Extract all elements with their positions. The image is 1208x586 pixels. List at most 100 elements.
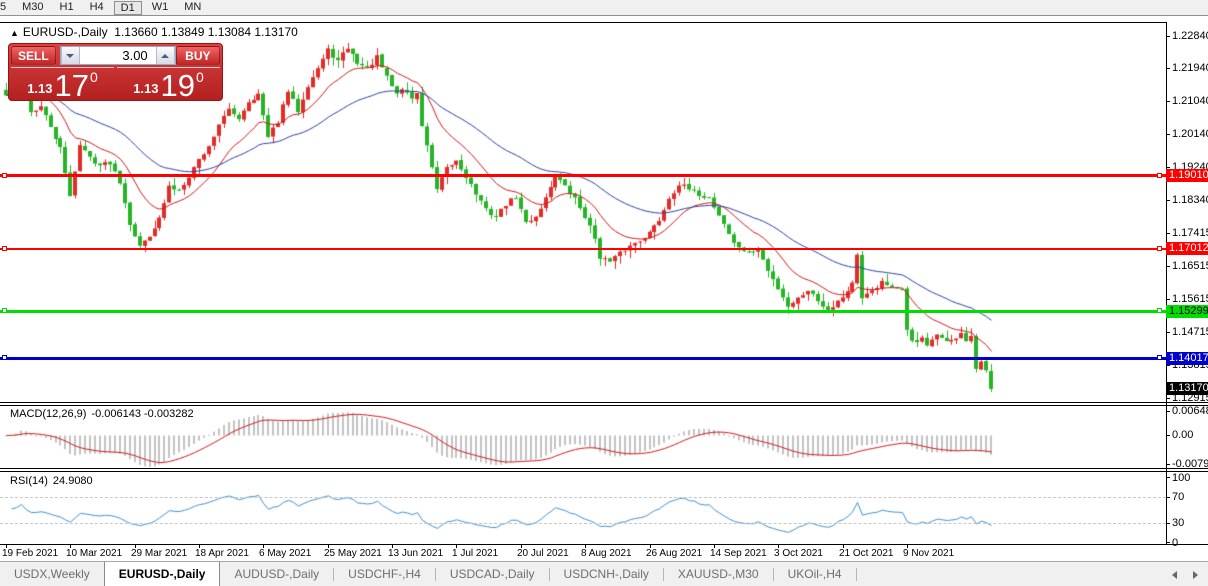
horizontal-line-1.17012[interactable] — [0, 248, 1166, 250]
timeframe-button-m30[interactable]: M30 — [14, 0, 51, 15]
price-axis-label: 1.15615 — [1172, 293, 1208, 305]
tab-usdchf-h4[interactable]: USDCHF-,H4 — [334, 562, 435, 586]
price-axis-tick — [1166, 167, 1170, 168]
hline-handle[interactable] — [1157, 246, 1162, 251]
hline-handle[interactable] — [2, 355, 7, 360]
price-axis-tick — [1166, 134, 1170, 135]
tab-usdcnh-daily[interactable]: USDCNH-,Daily — [550, 562, 663, 586]
price-axis-label: 1.21040 — [1172, 95, 1208, 107]
price-axis-label: 1.14715 — [1172, 326, 1208, 338]
rsi-axis-label: 30 — [1172, 517, 1184, 529]
x-axis-date-label: 1 Jul 2021 — [452, 548, 498, 559]
chart-macd-splitter[interactable] — [0, 402, 1208, 403]
price-axis-label: 1.16515 — [1172, 260, 1208, 272]
macd-axis-tick — [1166, 411, 1170, 412]
macd-axis-label: 0.00 — [1172, 429, 1193, 441]
x-axis-date-label: 14 Sep 2021 — [710, 548, 767, 559]
price-axis-tick — [1166, 36, 1170, 37]
sell-price-pips: 17 — [55, 71, 89, 100]
price-axis-label: 1.21940 — [1172, 62, 1208, 74]
buy-price-pips: 19 — [161, 71, 195, 100]
timeframe-button-h1[interactable]: H1 — [52, 0, 82, 15]
tab-xauusd-m30[interactable]: XAUUSD-,M30 — [664, 562, 773, 586]
tab-audusd-daily[interactable]: AUDUSD-,Daily — [220, 562, 333, 586]
rsi-axis-tick — [1166, 523, 1170, 524]
hline-handle[interactable] — [1157, 173, 1162, 178]
price-axis-tick — [1166, 233, 1170, 234]
chart-tab-bar: USDX,WeeklyEURUSD-,DailyAUDUSD-,DailyUSD… — [0, 561, 1208, 586]
hline-handle[interactable] — [2, 308, 7, 313]
x-axis-date-label: 9 Nov 2021 — [903, 548, 954, 559]
rsi-axis-label: 70 — [1172, 491, 1184, 503]
sell-price-pipette: 0 — [90, 69, 98, 85]
tab-separator — [856, 568, 857, 581]
timeframe-button-5[interactable]: 5 — [0, 0, 14, 15]
macd-top-border — [0, 405, 1208, 406]
macd-axis-label: 0.006485 — [1172, 405, 1208, 417]
buy-price-box[interactable]: 1.13190 — [117, 67, 220, 100]
buy-price-pipette: 0 — [196, 69, 204, 85]
down-triangle-icon — [66, 54, 74, 58]
rsi-axis-tick — [1166, 542, 1170, 543]
symbol-marker-icon: ▲ — [10, 28, 19, 38]
timeframe-button-w1[interactable]: W1 — [144, 0, 177, 15]
x-axis-date-label: 13 Jun 2021 — [388, 548, 443, 559]
x-axis-date-label: 10 Mar 2021 — [66, 548, 122, 559]
buy-price-base: 1.13 — [133, 81, 158, 96]
timeframe-button-mn[interactable]: MN — [176, 0, 209, 15]
spread-increase-button[interactable] — [156, 47, 175, 64]
tab-usdx-weekly[interactable]: USDX,Weekly — [0, 562, 104, 586]
rsi-axis-label: 100 — [1172, 472, 1190, 484]
tab-scroll-left-button[interactable] — [1172, 571, 1177, 579]
macd-values: -0.006143 -0.003282 — [91, 408, 193, 420]
quote-symbol: EURUSD-,Daily — [23, 25, 108, 39]
tab-usdcad-daily[interactable]: USDCAD-,Daily — [436, 562, 549, 586]
horizontal-line-1.15299[interactable] — [0, 310, 1166, 313]
price-marker-1.14017: 1.14017 — [1166, 352, 1208, 365]
price-axis-label: 1.17415 — [1172, 227, 1208, 239]
buy-button[interactable]: BUY — [176, 46, 220, 65]
rsi-axis-label: 0 — [1172, 537, 1178, 549]
rsi-title: RSI(14) — [10, 475, 48, 487]
tab-scroll-right-button[interactable] — [1193, 571, 1198, 579]
price-axis-tick — [1166, 101, 1170, 102]
sell-price-box[interactable]: 1.13170 — [11, 67, 114, 100]
x-axis-date-label: 8 Aug 2021 — [581, 548, 632, 559]
timeframe-button-d1[interactable]: D1 — [114, 1, 142, 15]
rsi-top-border — [0, 471, 1208, 472]
horizontal-line-1.14017[interactable] — [0, 357, 1166, 360]
x-axis-date-label: 6 May 2021 — [259, 548, 311, 559]
timeframe-button-h4[interactable]: H4 — [82, 0, 112, 15]
macd-indicator-label: MACD(12,26,9) -0.006143 -0.003282 — [10, 408, 199, 420]
macd-axis-tick — [1166, 464, 1170, 465]
quote-header: ▲ EURUSD-,Daily 1.13660 1.13849 1.13084 1… — [10, 25, 298, 39]
hline-handle[interactable] — [1157, 308, 1162, 313]
rsi-bottom-border — [0, 544, 1208, 545]
price-axis-label: 1.22840 — [1172, 30, 1208, 42]
tab-eurusd-daily[interactable]: EURUSD-,Daily — [104, 562, 221, 586]
tab-ukoil-h4[interactable]: UKOil-,H4 — [774, 562, 856, 586]
price-axis-tick — [1166, 398, 1170, 399]
macd-rsi-splitter[interactable] — [0, 468, 1208, 469]
up-triangle-icon — [161, 54, 169, 58]
x-axis-date-label: 20 Jul 2021 — [517, 548, 569, 559]
x-axis-date-label: 29 Mar 2021 — [131, 548, 187, 559]
price-axis-tick — [1166, 200, 1170, 201]
price-axis-tick — [1166, 299, 1170, 300]
price-marker-1.17012: 1.17012 — [1166, 242, 1208, 255]
hline-handle[interactable] — [1157, 355, 1162, 360]
hline-handle[interactable] — [2, 246, 7, 251]
macd-title: MACD(12,26,9) — [10, 408, 86, 420]
x-axis-date-label: 21 Oct 2021 — [839, 548, 893, 559]
macd-axis-tick — [1166, 435, 1170, 436]
rsi-axis-tick — [1166, 497, 1170, 498]
rsi-level-line-30 — [0, 523, 1166, 524]
horizontal-line-1.1901[interactable] — [0, 174, 1166, 177]
sell-button[interactable]: SELL — [11, 46, 56, 65]
spread-decrease-button[interactable] — [61, 47, 80, 64]
price-marker-1.19010: 1.19010 — [1166, 169, 1208, 182]
hline-handle[interactable] — [2, 173, 7, 178]
spread-input[interactable] — [80, 47, 156, 64]
quote-ohlc: 1.13660 1.13849 1.13084 1.13170 — [114, 25, 298, 39]
rsi-value: 24.9080 — [53, 475, 93, 487]
